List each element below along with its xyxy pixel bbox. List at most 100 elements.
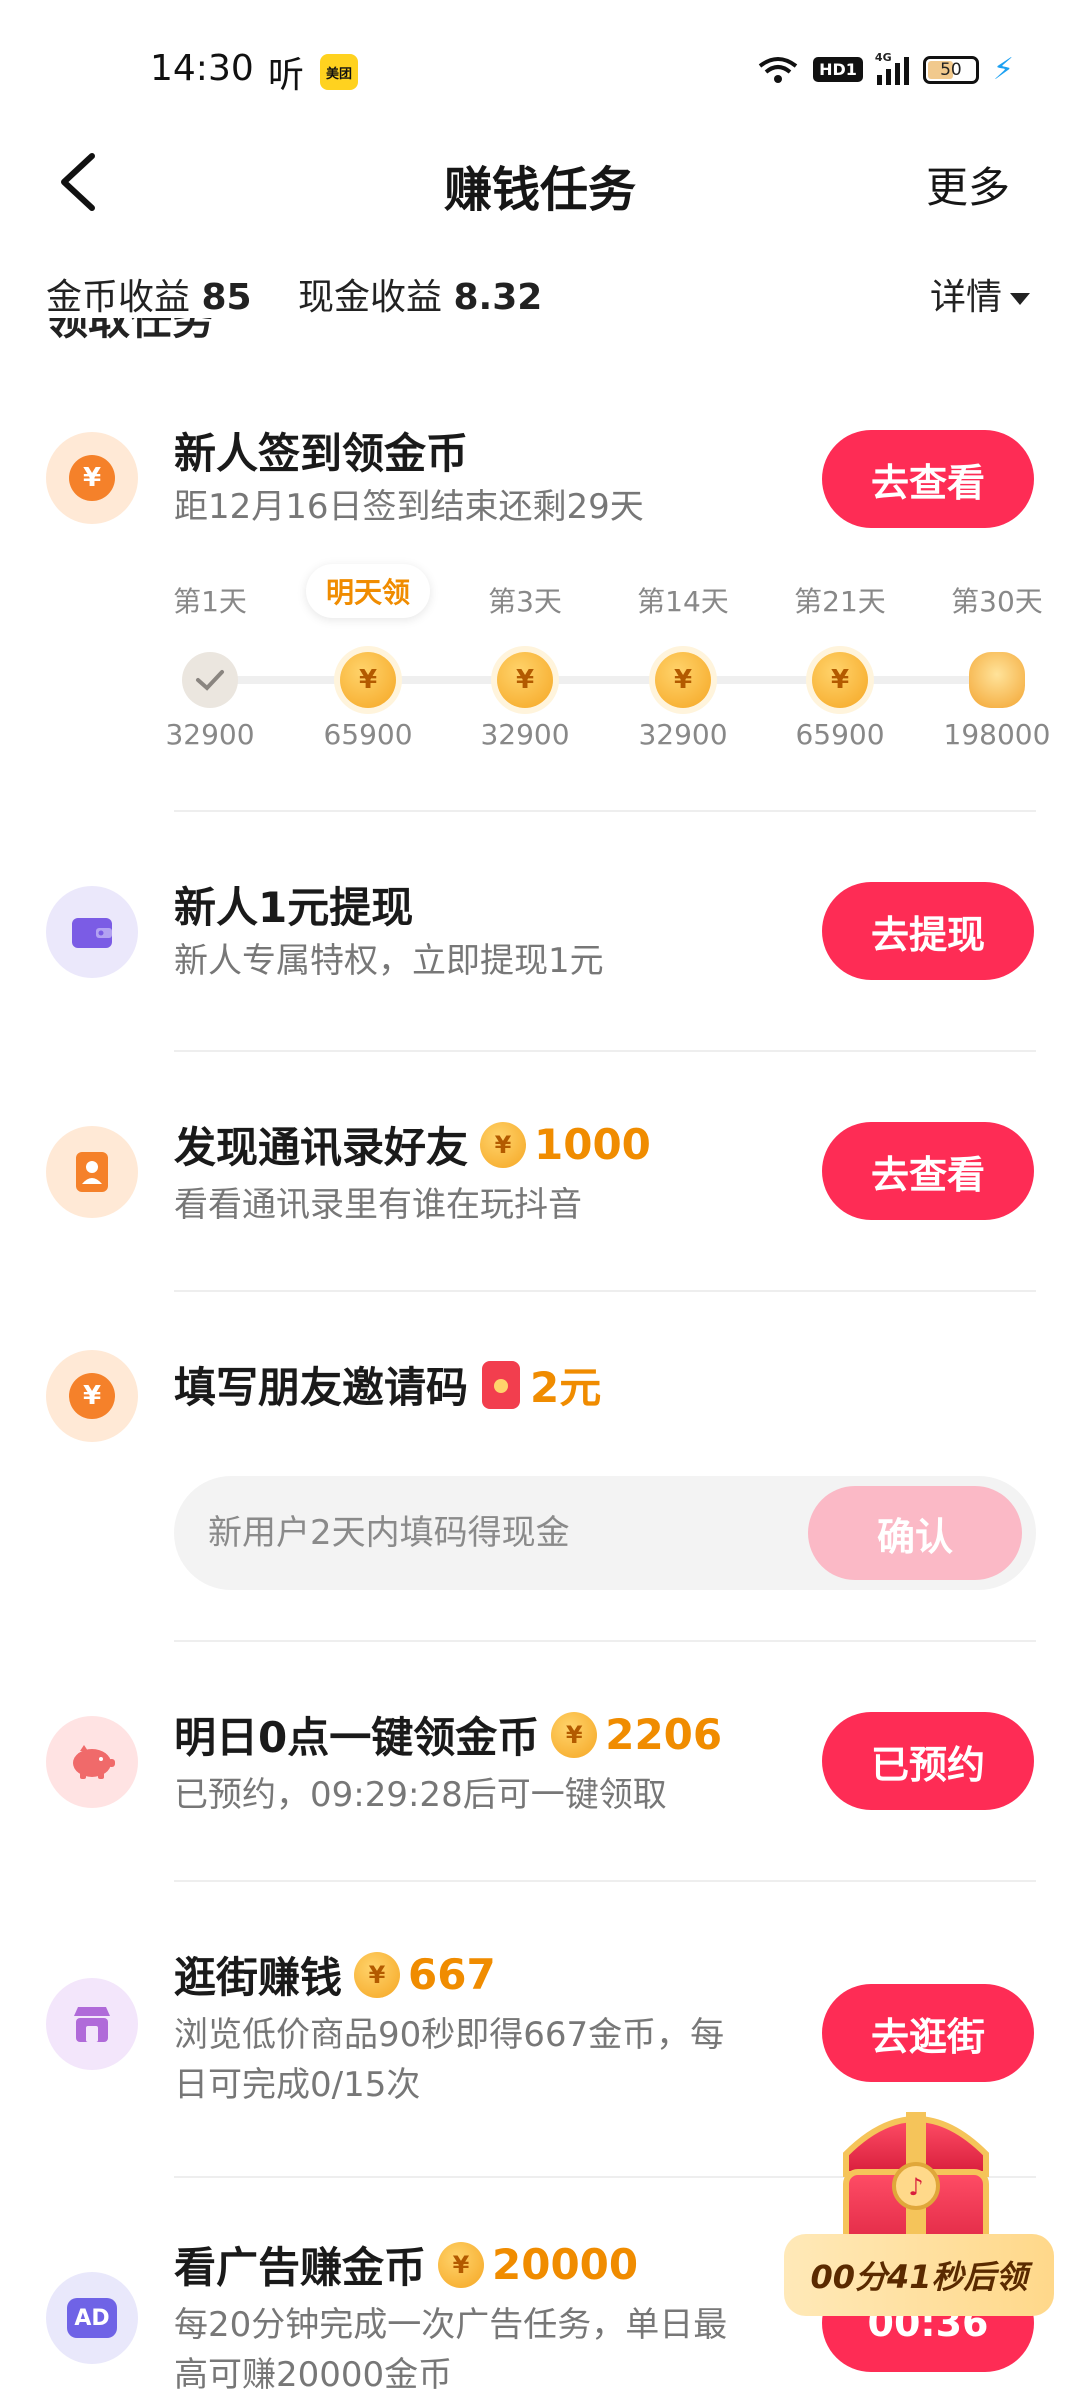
- task-desc-line2: 日可完成0/15次: [174, 2065, 421, 2105]
- contacts-view-button[interactable]: 去查看: [822, 1122, 1034, 1220]
- coin-icon: ¥: [480, 1121, 527, 1168]
- battery-icon: 50: [922, 55, 979, 84]
- invite-code-input[interactable]: [208, 1476, 768, 1590]
- day-amount: 198000: [943, 718, 1051, 751]
- coin-reward: 20000: [492, 2240, 639, 2289]
- nav-header: 赚钱任务 更多: [0, 120, 1080, 240]
- task-desc-line2: 高可赚20000金币: [174, 2355, 453, 2395]
- wallet-icon: [46, 886, 138, 978]
- task-desc: 看看通讯录里有谁在玩抖音: [174, 1185, 582, 1225]
- timeline-track: [210, 676, 1010, 684]
- divider: [174, 1640, 1036, 1642]
- yen-coin-icon: ¥: [46, 432, 138, 524]
- confirm-button[interactable]: 确认: [808, 1486, 1022, 1580]
- tomorrow-badge: 明天领: [306, 564, 430, 618]
- task-desc: 已预约，09:29:28后可一键领取: [174, 1775, 667, 1815]
- day-amount: 65900: [795, 718, 885, 751]
- chest-countdown-label: 00分41秒后领: [784, 2234, 1054, 2316]
- day-label: 第1天: [173, 585, 247, 618]
- task-desc: 距12月16日签到结束还剩29天: [174, 487, 644, 527]
- yen-coin-icon: ¥: [46, 1350, 138, 1442]
- details-dropdown[interactable]: 详情: [930, 268, 1030, 320]
- coin-icon[interactable]: ¥: [655, 652, 711, 708]
- task-title-text: 明日0点一键领金币: [174, 1713, 540, 1762]
- page-title: 赚钱任务: [443, 162, 636, 218]
- day-amount: 32900: [165, 718, 255, 751]
- task-desc-line1: 每20分钟完成一次广告任务，单日最: [174, 2305, 728, 2345]
- coin-stack-icon[interactable]: [969, 652, 1025, 708]
- hd-badge: HD1: [813, 57, 863, 82]
- task-contacts: 发现通讯录好友 ¥ 1000 看看通讯录里有谁在玩抖音 去查看: [0, 1110, 1080, 1260]
- reserved-button[interactable]: 已预约: [822, 1712, 1034, 1810]
- ting-app-icon: 听: [268, 55, 305, 96]
- status-time: 14:30: [150, 48, 254, 89]
- shopping-button[interactable]: 去逛街: [822, 1984, 1034, 2082]
- day-amount: 65900: [323, 718, 413, 751]
- coin-icon: ¥: [354, 1951, 401, 1998]
- day-amount: 32900: [480, 718, 570, 751]
- coin-icon: ¥: [438, 2241, 485, 2288]
- charging-icon: ⚡: [992, 52, 1014, 87]
- ad-icon: AD: [46, 2272, 138, 2364]
- withdraw-button[interactable]: 去提现: [822, 882, 1034, 980]
- task-desc: 新人专属特权，立即提现1元: [174, 941, 604, 981]
- task-title-text: 逛街赚钱: [174, 1953, 343, 2002]
- task-title-text: 发现通讯录好友: [174, 1123, 469, 1172]
- task-title: 发现通讯录好友 ¥ 1000: [174, 1114, 651, 1175]
- more-button[interactable]: 更多: [926, 154, 1010, 215]
- section-heading-text: 领取任务: [46, 318, 215, 344]
- shop-icon: [46, 1978, 138, 2070]
- status-bar: 14:30 听 美团 HD1 4G 50 ⚡: [0, 0, 1080, 120]
- piggy-bank-icon: [46, 1716, 138, 1808]
- signal-icon: 4G: [875, 51, 909, 85]
- coin-earnings-value: 85: [201, 277, 252, 318]
- details-label: 详情: [929, 277, 1002, 318]
- checkin-view-button[interactable]: 去查看: [822, 430, 1034, 528]
- check-icon[interactable]: [182, 652, 238, 708]
- contacts-icon: [46, 1126, 138, 1218]
- divider: [174, 1290, 1036, 1292]
- day-label: 第14天: [637, 585, 729, 618]
- coin-icon[interactable]: ¥: [497, 652, 553, 708]
- coin-earnings-label: 金币收益: [46, 277, 191, 318]
- coin-reward: 2206: [605, 1710, 723, 1759]
- status-indicators: HD1 4G 50 ⚡: [757, 51, 1014, 87]
- invite-code-field: 确认: [174, 1476, 1036, 1590]
- day-amount: 32900: [638, 718, 728, 751]
- section-heading-cut: 领取任务: [46, 318, 246, 348]
- day-label: 第30天: [951, 585, 1043, 618]
- task-tomorrow-claim: 明日0点一键领金币 ¥ 2206 已预约，09:29:28后可一键领取 已预约: [0, 1700, 1080, 1850]
- day-label: 第3天: [488, 585, 562, 618]
- caret-down-icon: [1010, 293, 1030, 305]
- coin-icon: ¥: [551, 1711, 598, 1758]
- red-packet-icon: [482, 1360, 521, 1409]
- task-title-text: 填写朋友邀请码: [174, 1363, 469, 1412]
- task-title: 新人1元提现: [174, 883, 414, 932]
- cash-earnings[interactable]: 现金收益 8.32: [298, 268, 542, 320]
- task-desc-line1: 浏览低价商品90秒即得667金币，每: [174, 2015, 725, 2055]
- task-title-text: 看广告赚金币: [174, 2243, 427, 2292]
- task-title: 看广告赚金币 ¥ 20000: [174, 2234, 638, 2295]
- day-label: 第21天: [794, 585, 886, 618]
- coin-earnings[interactable]: 金币收益 85: [46, 268, 252, 320]
- divider: [174, 1880, 1036, 1882]
- cash-reward: 2元: [530, 1363, 602, 1412]
- coin-icon[interactable]: ¥: [812, 652, 868, 708]
- coin-reward: 1000: [534, 1120, 651, 1169]
- cash-earnings-value: 8.32: [453, 277, 543, 318]
- battery-level: 50: [940, 59, 962, 80]
- treasure-chest-widget[interactable]: ♪ 00分41秒后领: [784, 2094, 1054, 2394]
- coin-reward: 667: [408, 1950, 496, 1999]
- checkin-timeline: 第1天 32900 明天领 ¥ 65900 第3天 ¥ 32900 第14天 ¥…: [0, 564, 1080, 760]
- wifi-icon: [758, 56, 798, 83]
- task-title: 逛街赚钱 ¥ 667: [174, 1944, 496, 2005]
- coin-icon[interactable]: ¥: [340, 652, 396, 708]
- network-type-label: 4G: [874, 50, 892, 64]
- task-title: 填写朋友邀请码 2元: [174, 1354, 601, 1415]
- divider: [174, 1050, 1036, 1052]
- task-title: 新人签到领金币: [174, 429, 469, 478]
- divider: [174, 810, 1036, 812]
- cash-earnings-label: 现金收益: [298, 277, 443, 318]
- svg-text:♪: ♪: [908, 2173, 923, 2201]
- meituan-app-icon: 美团: [320, 54, 358, 90]
